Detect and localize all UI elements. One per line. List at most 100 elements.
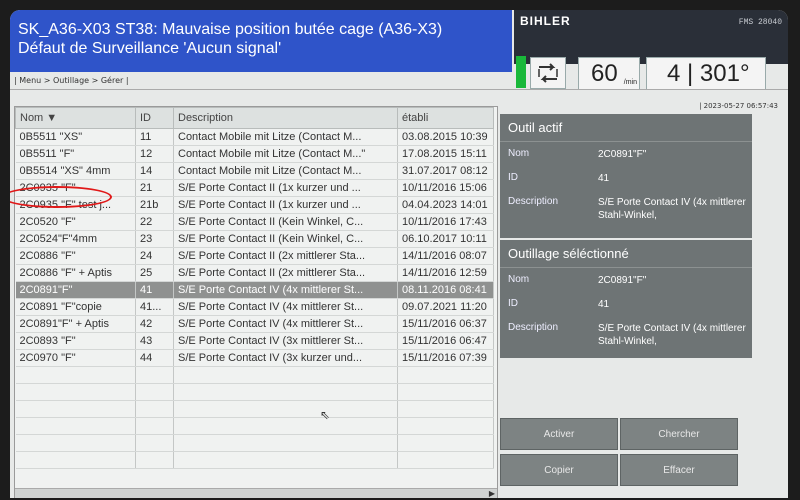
cell-etabli: 15/11/2016 06:47: [397, 332, 494, 350]
table-row[interactable]: 2C0970 "F" 44 S/E Porte Contact IV (3x kur…: [15, 349, 494, 367]
empty-cell: [135, 417, 174, 435]
cell-description: S/E Porte Contact II (1x kurzer und ...: [173, 196, 398, 214]
empty-cell: [173, 451, 398, 469]
cell-description: Contact Mobile mit Litze (Contact M...": [173, 145, 398, 163]
empty-cell: [397, 400, 494, 418]
cell-id: 21: [135, 179, 174, 197]
cell-etabli: 10/11/2016 17:43: [397, 213, 494, 231]
col-header-id[interactable]: ID: [135, 107, 174, 129]
cell-etabli: 14/11/2016 12:59: [397, 264, 494, 282]
cell-id: 21b: [135, 196, 174, 214]
selected-tool-title: Outillage séléctionné: [500, 240, 752, 268]
table-row[interactable]: 2C0891"F" + Aptis 42 S/E Porte Contact IV …: [15, 315, 494, 333]
activate-button[interactable]: Activer: [500, 418, 618, 450]
empty-cell: [15, 451, 136, 469]
col-header-nom[interactable]: Nom ▼: [15, 107, 136, 129]
cell-id: 41...: [135, 298, 174, 316]
empty-cell: [135, 451, 174, 469]
cell-description: S/E Porte Contact II (Kein Winkel, C...: [173, 230, 398, 248]
empty-cell: [15, 366, 136, 384]
table-row[interactable]: 0B5511 "F" 12 Contact Mobile mit Litze (Co…: [15, 145, 494, 163]
empty-row: [15, 383, 494, 401]
table-row[interactable]: 0B5514 "XS" 4mm 14 Contact Mobile mit Litz…: [15, 162, 494, 180]
cell-etabli: 15/11/2016 07:39: [397, 349, 494, 367]
cell-id: 42: [135, 315, 174, 333]
table-row[interactable]: 2C0893 "F" 43 S/E Porte Contact IV (3x mit…: [15, 332, 494, 350]
scroll-right-icon[interactable]: ▶: [489, 489, 495, 498]
empty-cell: [173, 383, 398, 401]
selected-desc-value: S/E Porte Contact IV (4x mittlerer Stahl…: [598, 323, 746, 347]
cell-etabli: 08.11.2016 08:41: [397, 281, 494, 299]
cell-id: 22: [135, 213, 174, 231]
empty-cell: [397, 451, 494, 469]
datetime: | 2023-05-27 06:57:43: [699, 102, 778, 110]
empty-cell: [15, 434, 136, 452]
copy-button[interactable]: Copier: [500, 454, 618, 486]
brand-logo: BIHLER: [520, 14, 571, 28]
empty-cell: [397, 383, 494, 401]
tools-table: Nom ▼ ID Description établi 0B5511 "XS" 1…: [14, 106, 498, 498]
active-id-value: 41: [598, 173, 610, 184]
cell-description: S/E Porte Contact IV (3x kurzer und...: [173, 349, 398, 367]
col-header-etabli[interactable]: établi: [397, 107, 494, 129]
cell-id: 14: [135, 162, 174, 180]
selected-id-label: ID: [508, 298, 518, 309]
empty-cell: [15, 383, 136, 401]
cell-nom: 2C0891 "F"copie: [15, 298, 136, 316]
active-desc-label: Description: [508, 196, 559, 207]
cell-nom: 2C0886 "F" + Aptis: [15, 264, 136, 282]
table-row[interactable]: 2C0886 "F" + Aptis 25 S/E Porte Contact II…: [15, 264, 494, 282]
cell-nom: 2C0886 "F": [15, 247, 136, 265]
cell-description: S/E Porte Contact IV (4x mittlerer St...: [173, 315, 398, 333]
empty-cell: [397, 434, 494, 452]
cell-id: 25: [135, 264, 174, 282]
table-row[interactable]: 2C0891"F" 41 S/E Porte Contact IV (4x mitt…: [15, 281, 494, 299]
cell-nom: 2C0893 "F": [15, 332, 136, 350]
brand-sub: FMS 28040: [738, 18, 782, 27]
cell-description: Contact Mobile mit Litze (Contact M...: [173, 162, 398, 180]
table-row[interactable]: 2C0524"F"4mm 23 S/E Porte Contact II (Kein…: [15, 230, 494, 248]
search-button[interactable]: Chercher: [620, 418, 738, 450]
cell-id: 44: [135, 349, 174, 367]
cell-description: S/E Porte Contact II (2x mittlerer Sta..…: [173, 264, 398, 282]
cell-id: 23: [135, 230, 174, 248]
col-header-description[interactable]: Description: [173, 107, 398, 129]
active-desc-value: S/E Porte Contact IV (4x mittlerer Stahl…: [598, 197, 746, 221]
cell-id: 41: [135, 281, 174, 299]
cell-etabli: 06.10.2017 10:11: [397, 230, 494, 248]
empty-cell: [173, 366, 398, 384]
empty-cell: [173, 417, 398, 435]
empty-row: [15, 417, 494, 435]
selected-nom-label: Nom: [508, 274, 530, 285]
table-header-row: Nom ▼ ID Description établi: [15, 107, 494, 129]
cell-etabli: 15/11/2016 06:37: [397, 315, 494, 333]
breadcrumb[interactable]: | Menu > Outillage > Gérer |: [10, 76, 788, 90]
hmi-screen: SK_A36-X03 ST38: Mauvaise position butée…: [10, 10, 788, 498]
cell-nom: 2C0970 "F": [15, 349, 136, 367]
cell-description: Contact Mobile mit Litze (Contact M...: [173, 128, 398, 146]
table-row[interactable]: 2C0886 "F" 24 S/E Porte Contact II (2x mit…: [15, 247, 494, 265]
cell-id: 24: [135, 247, 174, 265]
selected-tool-panel: Outillage séléctionné Nom 2C0891"F" ID 41 …: [500, 240, 752, 358]
active-tool-panel: Outil actif Nom 2C0891"F" ID 41 Descriptio…: [500, 114, 752, 238]
table-row[interactable]: 0B5511 "XS" 11 Contact Mobile mit Litze (C…: [15, 128, 494, 146]
empty-cell: [173, 400, 398, 418]
active-nom-value: 2C0891"F": [598, 149, 647, 160]
alarm-banner[interactable]: SK_A36-X03 ST38: Mauvaise position butée…: [10, 10, 512, 72]
cell-nom: 0B5511 "F": [15, 145, 136, 163]
active-id-label: ID: [508, 172, 518, 183]
active-nom-label: Nom: [508, 148, 530, 159]
cell-nom: 2C0524"F"4mm: [15, 230, 136, 248]
empty-row: [15, 451, 494, 469]
active-tool-title: Outil actif: [500, 114, 752, 142]
table-row[interactable]: 2C0520 "F" 22 S/E Porte Contact II (Kein W…: [15, 213, 494, 231]
empty-cell: [15, 417, 136, 435]
cell-etabli: 17.08.2015 15:11: [397, 145, 494, 163]
cell-nom: 0B5511 "XS": [15, 128, 136, 146]
table-row[interactable]: 2C0891 "F"copie 41... S/E Porte Contact IV…: [15, 298, 494, 316]
mouse-cursor-icon: ⇖: [320, 408, 331, 422]
horizontal-scrollbar[interactable]: ▶: [15, 488, 497, 498]
cell-description: S/E Porte Contact IV (4x mittlerer St...: [173, 281, 398, 299]
delete-button[interactable]: Effacer: [620, 454, 738, 486]
selected-desc-label: Description: [508, 322, 559, 333]
